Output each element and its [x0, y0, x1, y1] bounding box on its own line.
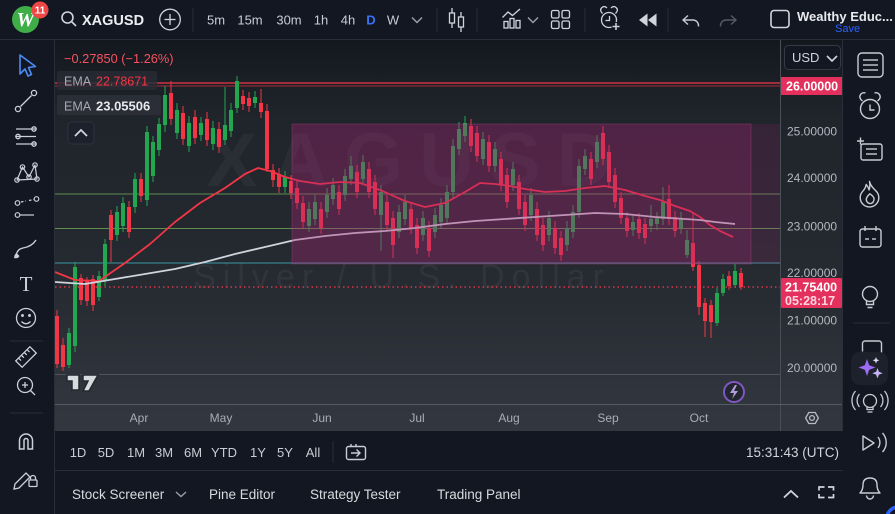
- svg-text:1M: 1M: [127, 445, 145, 460]
- svg-text:Save: Save: [835, 23, 860, 35]
- svg-text:4h: 4h: [341, 13, 355, 28]
- svg-text:21.00000: 21.00000: [787, 314, 837, 328]
- svg-text:Trading Panel: Trading Panel: [437, 487, 521, 502]
- svg-text:EMA: EMA: [64, 75, 92, 89]
- svg-text:24.00000: 24.00000: [787, 171, 837, 185]
- svg-text:3M: 3M: [155, 445, 173, 460]
- svg-text:23.05506: 23.05506: [96, 99, 150, 114]
- svg-text:1D: 1D: [70, 445, 87, 460]
- svg-text:22.78671: 22.78671: [96, 75, 148, 89]
- svg-text:5D: 5D: [98, 445, 115, 460]
- svg-text:D: D: [366, 13, 375, 28]
- svg-text:25.00000: 25.00000: [787, 125, 837, 139]
- svg-text:15m: 15m: [237, 13, 262, 28]
- svg-text:Sep: Sep: [597, 411, 619, 425]
- svg-text:XAGUSD: XAGUSD: [82, 13, 144, 29]
- svg-text:23.00000: 23.00000: [787, 220, 837, 234]
- svg-text:Aug: Aug: [498, 411, 519, 425]
- svg-text:EMA: EMA: [64, 100, 92, 114]
- svg-text:All: All: [306, 445, 321, 460]
- svg-text:21.75400: 21.75400: [785, 281, 837, 295]
- svg-text:Strategy Tester: Strategy Tester: [310, 487, 401, 502]
- svg-text:5Y: 5Y: [277, 445, 293, 460]
- svg-text:Jun: Jun: [312, 411, 331, 425]
- svg-text:11: 11: [35, 6, 46, 17]
- svg-text:30m: 30m: [276, 13, 301, 28]
- svg-text:5m: 5m: [207, 13, 225, 28]
- svg-text:Pine Editor: Pine Editor: [209, 487, 276, 502]
- svg-text:6M: 6M: [184, 445, 202, 460]
- svg-text:05:28:17: 05:28:17: [785, 294, 835, 308]
- svg-text:1Y: 1Y: [250, 445, 266, 460]
- svg-text:26.00000: 26.00000: [786, 80, 838, 94]
- svg-text:T: T: [20, 272, 33, 296]
- svg-text:USD: USD: [792, 50, 819, 65]
- svg-text:1h: 1h: [314, 13, 328, 28]
- svg-text:Apr: Apr: [130, 411, 149, 425]
- svg-text:W: W: [387, 13, 400, 28]
- svg-text:Stock Screener: Stock Screener: [72, 487, 165, 502]
- svg-text:20.00000: 20.00000: [787, 361, 837, 375]
- svg-text:May: May: [210, 411, 233, 425]
- svg-text:Oct: Oct: [690, 411, 709, 425]
- svg-text:Wealthy Educ...: Wealthy Educ...: [797, 9, 893, 24]
- svg-text:Jul: Jul: [409, 411, 424, 425]
- svg-text:−0.27850 (−1.26%): −0.27850 (−1.26%): [64, 51, 174, 66]
- svg-text:YTD: YTD: [211, 445, 237, 460]
- svg-text:22.00000: 22.00000: [787, 266, 837, 280]
- svg-text:15:31:43 (UTC): 15:31:43 (UTC): [746, 445, 839, 460]
